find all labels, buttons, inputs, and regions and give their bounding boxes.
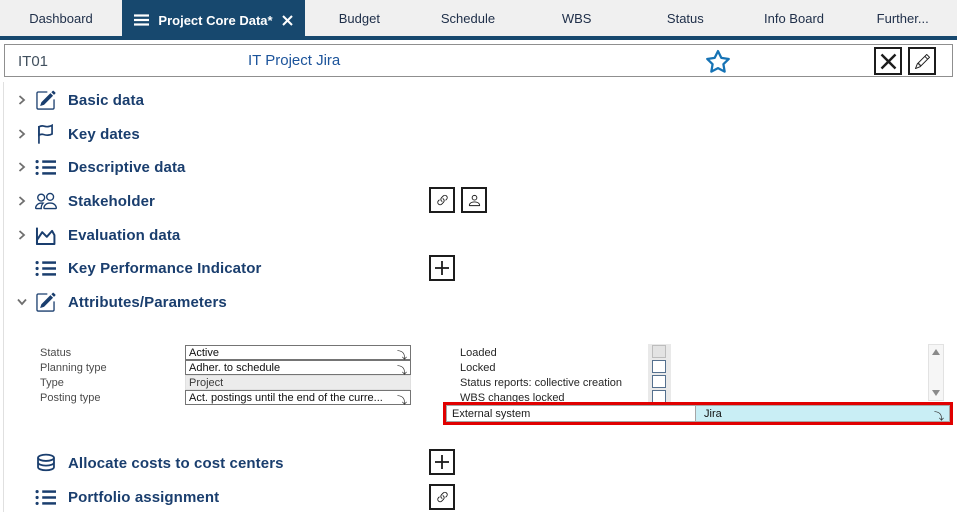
chevron-right-icon[interactable] <box>14 159 30 175</box>
chevron-right-icon[interactable] <box>14 227 30 243</box>
edit-icon <box>34 291 57 314</box>
loaded-checkbox <box>652 345 666 358</box>
checkbox-label-locked: Locked <box>460 362 496 374</box>
chevron-right-icon[interactable] <box>14 92 30 108</box>
checkbox-label-status-reports: Status reports: collective creation <box>460 377 623 389</box>
type-value: Project <box>189 376 224 389</box>
chevron-placeholder <box>14 260 30 276</box>
scroll-down-icon[interactable] <box>931 389 941 397</box>
section-label: Evaluation data <box>68 226 181 244</box>
project-id: IT01 <box>18 53 49 70</box>
section-descriptive-data[interactable]: Descriptive data <box>4 153 185 181</box>
field-label-status: Status <box>40 347 72 359</box>
chevron-right-icon[interactable] <box>14 193 30 209</box>
favorite-star-icon[interactable] <box>704 48 731 75</box>
chevron-right-icon[interactable] <box>14 126 30 142</box>
list-icon <box>34 257 57 280</box>
plus-icon[interactable] <box>429 255 455 281</box>
section-label: Attributes/Parameters <box>68 293 227 311</box>
locked-checkbox[interactable] <box>652 360 666 373</box>
posting-type-value: Act. postings until the end of the curre… <box>189 391 383 404</box>
plus-icon[interactable] <box>429 449 455 475</box>
tab-info-board[interactable]: Info Board <box>740 0 849 36</box>
coins-icon <box>34 452 57 475</box>
section-label: Descriptive data <box>68 158 186 176</box>
tab-project-core-data[interactable]: Project Core Data* <box>122 0 305 40</box>
field-label-posting-type: Posting type <box>40 392 101 404</box>
section-label: Key dates <box>68 125 140 143</box>
type-readonly-field: Project <box>185 375 411 390</box>
flag-icon <box>34 123 57 146</box>
status-value: Active <box>189 346 219 359</box>
section-key-dates[interactable]: Key dates <box>4 120 140 148</box>
section-evaluation-data[interactable]: Evaluation data <box>4 221 180 249</box>
status-reports-checkbox[interactable] <box>652 375 666 388</box>
area-chart-icon <box>34 224 57 247</box>
project-app-window: Dashboard Project Core Data* Budget Sche… <box>0 0 957 512</box>
edit-button[interactable] <box>908 47 936 75</box>
tab-wbs[interactable]: WBS <box>522 0 631 36</box>
section-label: Portfolio assignment <box>68 488 220 506</box>
project-header: IT01 IT Project Jira <box>4 44 953 77</box>
section-label: Allocate costs to cost centers <box>68 454 284 472</box>
chevron-down-icon: ⤵ <box>934 412 944 423</box>
external-system-select[interactable]: Jira ⤵ <box>696 405 950 423</box>
external-system-value: Jira <box>704 407 722 420</box>
section-allocate-costs[interactable]: Allocate costs to cost centers <box>4 449 284 477</box>
section-label: Key Performance Indicator <box>68 259 262 277</box>
chevron-placeholder <box>14 455 30 471</box>
chevron-placeholder <box>14 489 30 505</box>
section-attributes-parameters[interactable]: Attributes/Parameters <box>4 288 227 316</box>
chevron-down-icon: ⤵ <box>397 396 407 407</box>
tab-schedule[interactable]: Schedule <box>414 0 523 36</box>
tab-budget[interactable]: Budget <box>305 0 414 36</box>
close-tab-icon[interactable] <box>281 14 293 26</box>
close-button[interactable] <box>874 47 902 75</box>
section-basic-data[interactable]: Basic data <box>4 86 144 114</box>
tab-status[interactable]: Status <box>631 0 740 36</box>
section-key-performance-indicator[interactable]: Key Performance Indicator <box>4 254 261 282</box>
tab-label: Project Core Data* <box>158 12 273 28</box>
section-portfolio-assignment[interactable]: Portfolio assignment <box>4 483 219 511</box>
scroll-up-icon[interactable] <box>931 348 941 356</box>
section-stakeholder[interactable]: Stakeholder <box>4 187 155 215</box>
field-label-type: Type <box>40 377 64 389</box>
edit-icon <box>34 89 57 112</box>
posting-type-select[interactable]: Act. postings until the end of the curre… <box>185 390 411 407</box>
person-icon[interactable] <box>461 187 487 213</box>
chevron-down-icon[interactable] <box>14 294 30 310</box>
external-system-row-highlight: External system Jira ⤵ <box>443 402 953 425</box>
link-icon[interactable] <box>429 187 455 213</box>
project-name: IT Project Jira <box>248 52 341 69</box>
external-system-label: External system <box>446 405 696 422</box>
field-label-planning-type: Planning type <box>40 362 107 374</box>
tab-dashboard[interactable]: Dashboard <box>0 0 122 36</box>
status-select[interactable]: Active ⤵ <box>185 345 411 362</box>
link-icon[interactable] <box>429 484 455 510</box>
group-icon <box>34 190 57 213</box>
checkbox-label-loaded: Loaded <box>460 347 497 359</box>
section-label: Stakeholder <box>68 192 155 210</box>
planning-type-value: Adher. to schedule <box>189 361 281 374</box>
list-icon <box>34 156 57 179</box>
planning-type-select[interactable]: Adher. to schedule ⤵ <box>185 360 411 377</box>
tab-further[interactable]: Further... <box>848 0 957 36</box>
section-label: Basic data <box>68 91 145 109</box>
form-scrollbar[interactable] <box>928 344 944 401</box>
menu-icon[interactable] <box>134 14 150 26</box>
tab-bar: Dashboard Project Core Data* Budget Sche… <box>0 0 957 40</box>
list-icon <box>34 486 57 509</box>
